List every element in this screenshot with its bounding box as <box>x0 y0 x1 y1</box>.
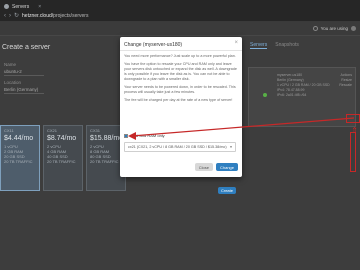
annotation-arrow-shaft <box>350 132 356 172</box>
annotation-highlight-box <box>346 114 360 123</box>
plan-name: CX21 <box>47 128 58 133</box>
server-row[interactable]: myserver-us180 Berlin (Germany) 1 vCPU /… <box>248 67 356 127</box>
close-icon[interactable]: × <box>234 40 238 46</box>
tab-snapshots[interactable]: Snapshots <box>275 42 299 49</box>
cpu-ram-only-checkbox[interactable]: CPU and RAM only <box>124 133 165 138</box>
favicon-icon <box>4 4 9 9</box>
status-icon <box>312 26 318 31</box>
create-button[interactable]: Create <box>218 187 236 194</box>
location-label: Location <box>4 80 22 85</box>
server-info: myserver-us180 Berlin (Germany) 1 vCPU /… <box>277 73 330 98</box>
plan-traffic: 20 TB TRAFFIC <box>90 159 119 164</box>
plan-traffic: 20 TB TRAFFIC <box>4 159 33 164</box>
server-actions: Actions Resize Rescale <box>339 73 352 88</box>
modal-body: You need more performance? Just scale up… <box>124 54 237 106</box>
modal-title: Change (myserver-us180) <box>124 42 183 48</box>
plan-select-value: cx21 (CX21, 2 vCPU / 8 GB RAM / 20 GB SS… <box>128 145 227 149</box>
location-value[interactable]: Berlin (Germany) <box>4 87 38 92</box>
chevron-down-icon: ▾ <box>230 145 232 149</box>
plan-price: $8.74/mo <box>47 135 77 142</box>
name-label: Name <box>4 62 17 67</box>
rescale-modal: Change (myserver-us180) × You need more … <box>120 37 242 177</box>
user-menu[interactable]: You are using <box>312 26 356 31</box>
modal-divider <box>120 50 242 51</box>
modal-paragraph: The fee will be charged per day at the r… <box>124 98 233 102</box>
url-text[interactable]: hetzner.cloud/projects/servers <box>22 13 88 19</box>
checkbox-icon[interactable] <box>124 133 128 138</box>
plan-name: CX11 <box>4 128 14 133</box>
divider <box>4 93 44 94</box>
modal-paragraph: You have the option to rescale your CPU … <box>124 62 237 81</box>
servers-panel: Servers Snapshots myserver-us180 Berlin … <box>246 42 360 270</box>
rescale-link[interactable]: Rescale <box>339 83 352 88</box>
tab-servers[interactable]: Servers <box>250 42 268 49</box>
status-running-icon <box>263 93 267 97</box>
reload-icon[interactable]: ↻ <box>14 12 19 20</box>
forward-icon[interactable]: › <box>9 12 11 20</box>
plan-name: CX31 <box>90 128 101 133</box>
plan-select[interactable]: cx21 (CX21, 2 vCPU / 8 GB RAM / 20 GB SS… <box>124 142 236 152</box>
modal-buttons: Close Change <box>194 163 238 171</box>
divider <box>4 75 44 76</box>
avatar[interactable] <box>351 26 356 31</box>
page-title: Create a server <box>2 44 51 51</box>
back-icon[interactable]: ‹ <box>4 12 6 20</box>
browser-chrome: Servers × ‹ › ↻ hetzner.cloud/projects/s… <box>0 0 360 22</box>
plan-cards: CX11 $4.44/mo 1 vCPU 2 GB RAM 20 GB SSD … <box>0 125 126 191</box>
plan-price: $15.88/mo <box>90 135 124 142</box>
modal-paragraph: You need more performance? Just scale up… <box>124 54 236 58</box>
change-button[interactable]: Change <box>215 163 238 171</box>
server-ipv6: IPv6: 2a01:4f8::/64 <box>277 93 307 97</box>
plan-card-cx11[interactable]: CX11 $4.44/mo 1 vCPU 2 GB RAM 20 GB SSD … <box>0 125 40 191</box>
servers-tabs: Servers Snapshots <box>246 42 360 49</box>
close-tab-icon[interactable]: × <box>38 4 41 10</box>
plan-price: $4.44/mo <box>4 135 34 142</box>
tab-title: Servers <box>12 3 30 10</box>
plan-traffic: 20 TB TRAFFIC <box>47 159 76 164</box>
plan-card-cx21[interactable]: CX21 $8.74/mo 2 vCPU 4 GB RAM 40 GB SSD … <box>43 125 83 191</box>
close-button[interactable]: Close <box>194 163 213 171</box>
address-bar[interactable]: ‹ › ↻ hetzner.cloud/projects/servers <box>4 12 304 20</box>
name-value[interactable]: ubuntu-2 <box>4 69 22 74</box>
user-label: You are using <box>320 26 348 31</box>
modal-paragraph: Your server needs to be powered down, in… <box>124 85 236 94</box>
page-header: You are using <box>0 22 360 36</box>
browser-tab[interactable]: Servers × <box>4 2 124 11</box>
checkbox-label: CPU and RAM only <box>130 133 165 138</box>
